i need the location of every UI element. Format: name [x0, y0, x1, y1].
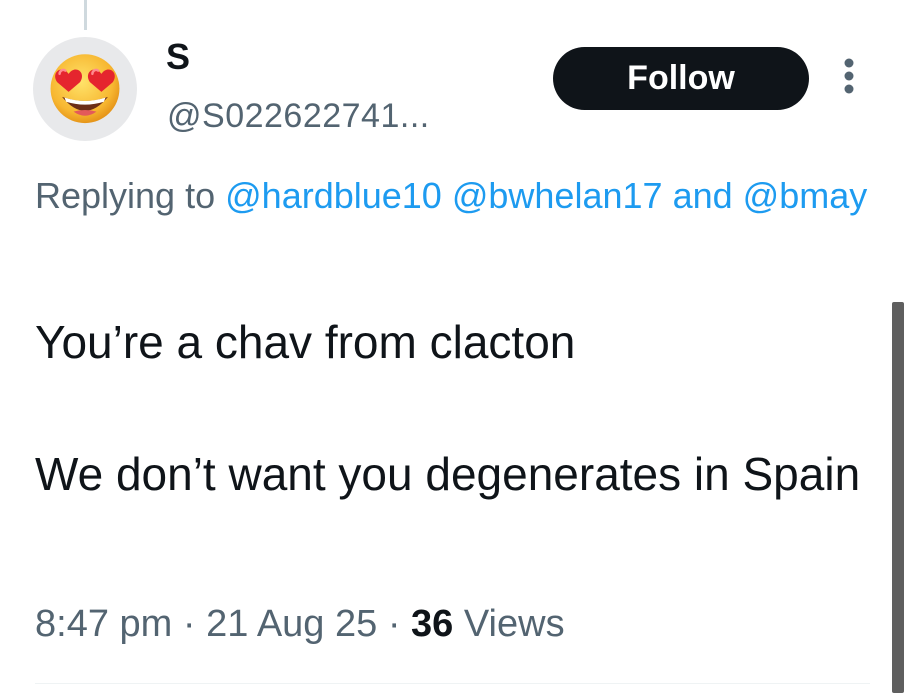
mention-link-hardblue10[interactable]: @hardblue10: [225, 175, 442, 216]
mention-link-bmay[interactable]: @bmay: [743, 175, 868, 216]
meta-separator: ·: [387, 603, 401, 645]
tweet-paragraph: We don’t want you degenerates in Spain: [35, 448, 861, 500]
tweet-paragraph: You’re a chav from clacton: [35, 316, 576, 368]
replying-to-line: Replying to @hardblue10 @bwhelan17 and @…: [35, 170, 900, 222]
mention-others-link[interactable]: and: [673, 175, 733, 216]
tweet-text: You’re a chav from clacton We don’t want…: [35, 309, 875, 507]
avatar[interactable]: [33, 37, 137, 141]
author-handle[interactable]: @S022622741...: [167, 92, 430, 140]
author-display-name[interactable]: S: [166, 32, 190, 82]
more-vertical-icon: [842, 56, 856, 101]
views-count[interactable]: 36: [411, 603, 453, 645]
thread-connector-line: [84, 0, 87, 30]
scrollbar[interactable]: [892, 302, 904, 693]
meta-separator: ·: [182, 603, 196, 645]
tweet-time[interactable]: 8:47 pm: [35, 603, 172, 645]
more-options-button[interactable]: [834, 55, 864, 101]
views-label[interactable]: Views: [464, 603, 565, 645]
divider: [35, 683, 870, 684]
follow-button[interactable]: Follow: [553, 47, 809, 110]
mention-link-bwhelan17[interactable]: @bwhelan17: [452, 175, 663, 216]
tweet-date[interactable]: 21 Aug 25: [206, 603, 377, 645]
heart-eyes-emoji-icon: [44, 46, 126, 133]
tweet-metadata: 8:47 pm · 21 Aug 25 · 36 Views: [35, 596, 565, 652]
replying-to-label: Replying to: [35, 175, 216, 216]
